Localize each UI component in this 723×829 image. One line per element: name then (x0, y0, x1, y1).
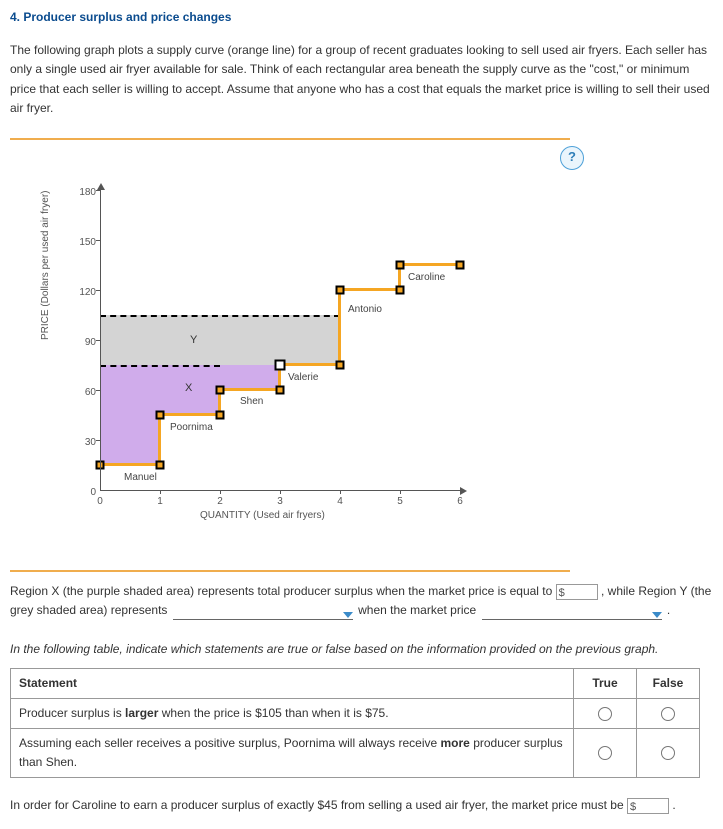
stmt1-pre: Producer surplus is (19, 706, 125, 720)
stmt1-post: when the price is $105 than when it is $… (158, 706, 388, 720)
graph-container: ? 180 150 120 90 60 30 0 0 1 2 3 4 5 6 P… (30, 150, 590, 550)
para1-c: when the market price (358, 603, 479, 617)
stmt-2: Assuming each seller receives a positive… (11, 728, 574, 777)
ytick-120: 120 (72, 285, 96, 301)
final-a: In order for Caroline to earn a producer… (10, 798, 627, 812)
question-title: 4. Producer surplus and price changes (10, 8, 713, 27)
divider-top (10, 138, 570, 140)
stmt2-pre: Assuming each seller receives a positive… (19, 736, 441, 750)
xtick-1: 1 (150, 494, 170, 510)
xtick-0: 0 (90, 494, 110, 510)
ytick-150: 150 (72, 235, 96, 251)
divider-bottom (10, 570, 570, 572)
price-input-caroline[interactable] (627, 798, 669, 814)
ytick-180: 180 (72, 185, 96, 201)
stmt2-bold: more (441, 736, 470, 750)
final-b: . (672, 798, 675, 812)
th-true: True (574, 668, 637, 698)
tf-instruction: In the following table, indicate which s… (10, 640, 713, 659)
x-arrow (460, 487, 467, 495)
x-axis-label: QUANTITY (Used air fryers) (200, 508, 325, 524)
radio-stmt1-true[interactable] (598, 707, 612, 721)
plot-axes (100, 190, 461, 491)
stmt-1: Producer surplus is larger when the pric… (11, 698, 574, 728)
y-axis-label: PRICE (Dollars per used air fryer) (38, 190, 54, 339)
table-row: Producer surplus is larger when the pric… (11, 698, 700, 728)
true-false-table: Statement True False Producer surplus is… (10, 668, 700, 779)
table-row: Assuming each seller receives a positive… (11, 728, 700, 777)
ytick-30: 30 (72, 435, 96, 451)
xtick-5: 5 (390, 494, 410, 510)
th-false: False (637, 668, 700, 698)
region-x-paragraph: Region X (the purple shaded area) repres… (10, 582, 713, 620)
xtick-4: 4 (330, 494, 350, 510)
stmt1-bold: larger (125, 706, 158, 720)
chevron-down-icon (652, 612, 662, 618)
help-button[interactable]: ? (560, 146, 584, 170)
radio-stmt1-false[interactable] (661, 707, 675, 721)
para1-d: . (667, 603, 670, 617)
ytick-90: 90 (72, 335, 96, 351)
th-statement: Statement (11, 668, 574, 698)
ytick-60: 60 (72, 385, 96, 401)
radio-stmt2-false[interactable] (661, 746, 675, 760)
chevron-down-icon (343, 612, 353, 618)
xtick-6: 6 (450, 494, 470, 510)
price-input-x[interactable] (556, 584, 598, 600)
dropdown-represents[interactable] (173, 607, 353, 620)
para1-a: Region X (the purple shaded area) repres… (10, 584, 556, 598)
final-sentence: In order for Caroline to earn a producer… (10, 796, 713, 815)
radio-stmt2-true[interactable] (598, 746, 612, 760)
y-arrow (97, 183, 105, 190)
intro-text: The following graph plots a supply curve… (10, 41, 713, 118)
dropdown-when-price[interactable] (482, 607, 662, 620)
